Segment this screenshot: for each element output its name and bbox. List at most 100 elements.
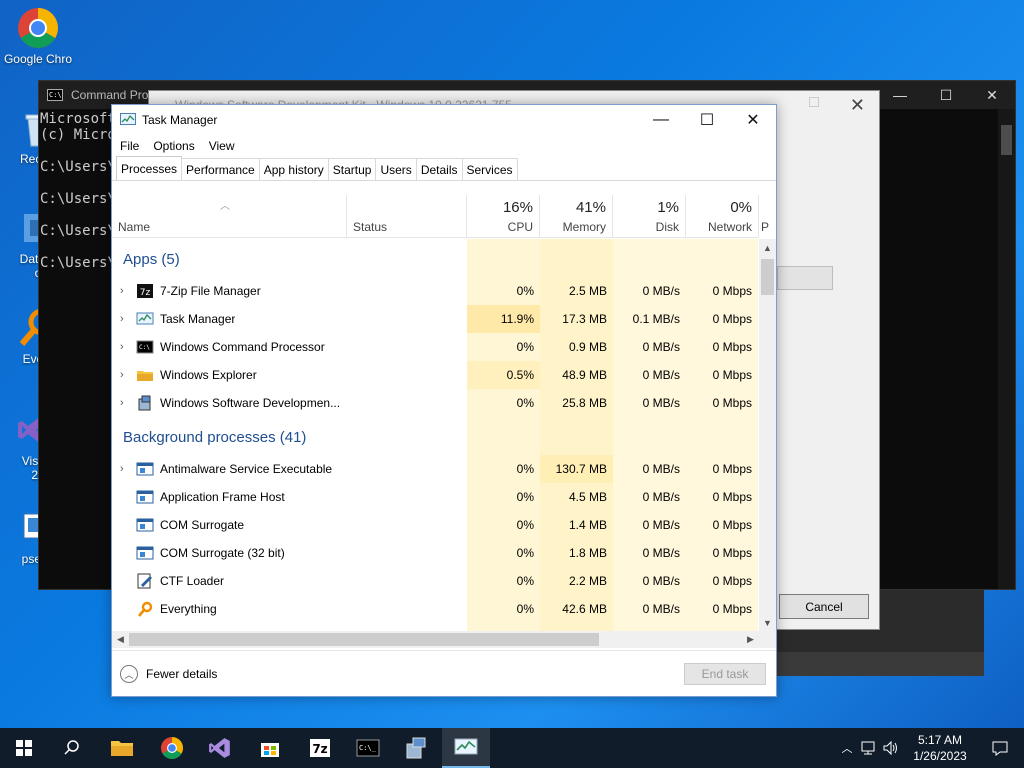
tm-minimize-button[interactable]: — [638, 105, 684, 135]
grid-horizontal-scrollbar[interactable]: ◀ ▶ [112, 631, 776, 648]
col-network-header[interactable]: 0% Network [686, 195, 759, 238]
grid-vertical-scrollbar[interactable]: ▲ ▼ [759, 239, 776, 631]
desktop-icon-chrome[interactable]: Google Chro [0, 6, 76, 66]
taskbar-installer[interactable] [392, 728, 440, 768]
process-name: COM Surrogate [160, 518, 245, 532]
network-icon[interactable] [860, 740, 878, 756]
expand-chevron-icon[interactable]: › [120, 313, 132, 325]
menu-file[interactable]: File [120, 139, 139, 153]
taskbar-cmd[interactable]: C:\_ [344, 728, 392, 768]
col-cpu-header[interactable]: 16% CPU [467, 195, 540, 238]
taskbar-task-manager[interactable] [442, 728, 490, 768]
tab-users[interactable]: Users [375, 158, 417, 180]
tm-titlebar[interactable]: Task Manager — ☐ ✕ [112, 105, 776, 135]
expand-chevron-icon[interactable]: › [120, 285, 132, 297]
col-disk-header[interactable]: 1% Disk [613, 195, 686, 238]
chrome-icon [161, 737, 183, 759]
cmd-line [40, 175, 120, 191]
taskbar-visual-studio[interactable] [196, 728, 244, 768]
task-manager-window[interactable]: Task Manager — ☐ ✕ File Options View Pro… [111, 104, 777, 697]
table-row[interactable]: Application Frame Host 0% 4.5 MB 0 MB/s … [112, 483, 758, 511]
tab-services[interactable]: Services [461, 158, 518, 180]
tab-app-history[interactable]: App history [258, 158, 329, 180]
table-row[interactable]: › C:\ Windows Command Processor 0% 0.9 M… [112, 333, 758, 361]
service-icon [136, 546, 154, 560]
table-row[interactable]: › Task Manager 11.9% 17.3 MB 0.1 MB/s 0 … [112, 305, 758, 333]
cmd-status-bar [776, 652, 984, 676]
tm-maximize-button[interactable]: ☐ [684, 105, 730, 135]
cmd-close-button[interactable]: ✕ [969, 81, 1015, 109]
table-row[interactable]: › Antimalware Service Executable 0% 130.… [112, 455, 758, 483]
table-row[interactable]: CTF Loader 0% 2.2 MB 0 MB/s 0 Mbps [112, 567, 758, 595]
sdk-path-field[interactable] [777, 266, 833, 290]
process-name: COM Surrogate (32 bit) [160, 546, 285, 560]
start-button[interactable] [0, 728, 48, 768]
memory-value: 1.4 MB [568, 518, 607, 532]
col-status-label: Status [353, 220, 388, 234]
tray-overflow-chevron-icon[interactable]: ︿ [838, 740, 856, 756]
table-row[interactable]: › 7z 7-Zip File Manager 0% 2.5 MB 0 MB/s… [112, 277, 758, 305]
horizontal-scroll-thumb[interactable] [129, 633, 599, 646]
taskbar-chrome[interactable] [148, 728, 196, 768]
taskbar-store[interactable] [246, 728, 294, 768]
search-button[interactable] [48, 728, 96, 768]
memory-value: 4.5 MB [568, 490, 607, 504]
tab-performance[interactable]: Performance [181, 158, 260, 180]
tab-details[interactable]: Details [415, 158, 463, 180]
end-task-button[interactable]: End task [684, 663, 766, 685]
disk-value: 0 MB/s [642, 340, 680, 354]
cmd-scrollbar[interactable] [998, 109, 1015, 589]
tm-close-button[interactable]: ✕ [730, 105, 776, 135]
volume-icon[interactable] [882, 740, 900, 756]
expand-chevron-icon[interactable]: › [120, 369, 132, 381]
table-row[interactable]: Everything 0% 42.6 MB 0 MB/s 0 Mbps [112, 595, 758, 623]
taskbar-file-explorer[interactable] [98, 728, 146, 768]
cpu-value: 0% [516, 546, 534, 560]
fewer-details-button[interactable]: ︿ Fewer details [120, 665, 217, 683]
expand-chevron-icon[interactable]: › [120, 341, 132, 353]
scroll-up-icon[interactable]: ▲ [759, 239, 776, 256]
process-rows[interactable]: Apps (5) › 7z 7-Zip File Manager 0% 2.5 … [112, 239, 758, 631]
table-row[interactable]: › Windows Explorer 0.5% 48.9 MB 0 MB/s 0… [112, 361, 758, 389]
cmd-scroll-thumb[interactable] [1001, 125, 1012, 155]
action-center-button[interactable] [976, 728, 1024, 768]
scroll-right-icon[interactable]: ▶ [742, 631, 759, 648]
cmd-maximize-button[interactable]: ☐ [923, 81, 969, 109]
table-row[interactable]: COM Surrogate (32 bit) 0% 1.8 MB 0 MB/s … [112, 539, 758, 567]
memory-value: 48.9 MB [562, 368, 607, 382]
col-status-header[interactable]: Status [347, 195, 467, 238]
fewer-details-label: Fewer details [146, 667, 218, 681]
menu-view[interactable]: View [209, 139, 235, 153]
group-apps[interactable]: Apps (5) [123, 251, 180, 268]
taskbar-clock[interactable]: 5:17 AM 1/26/2023 [908, 732, 972, 764]
tab-startup[interactable]: Startup [327, 158, 377, 180]
expand-chevron-icon[interactable]: › [120, 463, 132, 475]
chevron-up-icon: ︿ [120, 665, 138, 683]
vertical-scroll-thumb[interactable] [761, 259, 774, 295]
network-value: 0 Mbps [712, 462, 752, 476]
cpu-value: 0% [516, 574, 534, 588]
disk-value: 0 MB/s [642, 602, 680, 616]
scroll-left-icon[interactable]: ◀ [112, 631, 129, 648]
cmd-icon: C:\_ [356, 739, 380, 757]
menu-options[interactable]: Options [153, 139, 194, 153]
sdk-cancel-button[interactable]: Cancel [779, 594, 869, 619]
network-value: 0 Mbps [712, 574, 752, 588]
sdk-close-button[interactable]: ✕ [850, 95, 865, 116]
col-memory-header[interactable]: 41% Memory [540, 195, 613, 238]
sdk-maximize-button[interactable] [809, 97, 819, 107]
table-row[interactable]: COM Surrogate 0% 1.4 MB 0 MB/s 0 Mbps [112, 511, 758, 539]
svg-text:C:\_: C:\_ [359, 744, 377, 752]
cmd-minimize-button[interactable]: — [877, 81, 923, 109]
tab-processes[interactable]: Processes [116, 156, 183, 180]
service-icon [136, 490, 154, 504]
group-background[interactable]: Background processes (41) [123, 429, 306, 446]
memory-value: 2.5 MB [568, 284, 607, 298]
taskbar-7zip[interactable]: 7z [296, 728, 344, 768]
ctf-loader-icon [137, 573, 152, 589]
col-name-header[interactable]: ︿ Name [112, 195, 347, 238]
cpu-value: 0% [516, 284, 534, 298]
expand-chevron-icon[interactable]: › [120, 397, 132, 409]
table-row[interactable]: › Windows Software Developmen... 0% 25.8… [112, 389, 758, 417]
scroll-down-icon[interactable]: ▼ [759, 614, 776, 631]
